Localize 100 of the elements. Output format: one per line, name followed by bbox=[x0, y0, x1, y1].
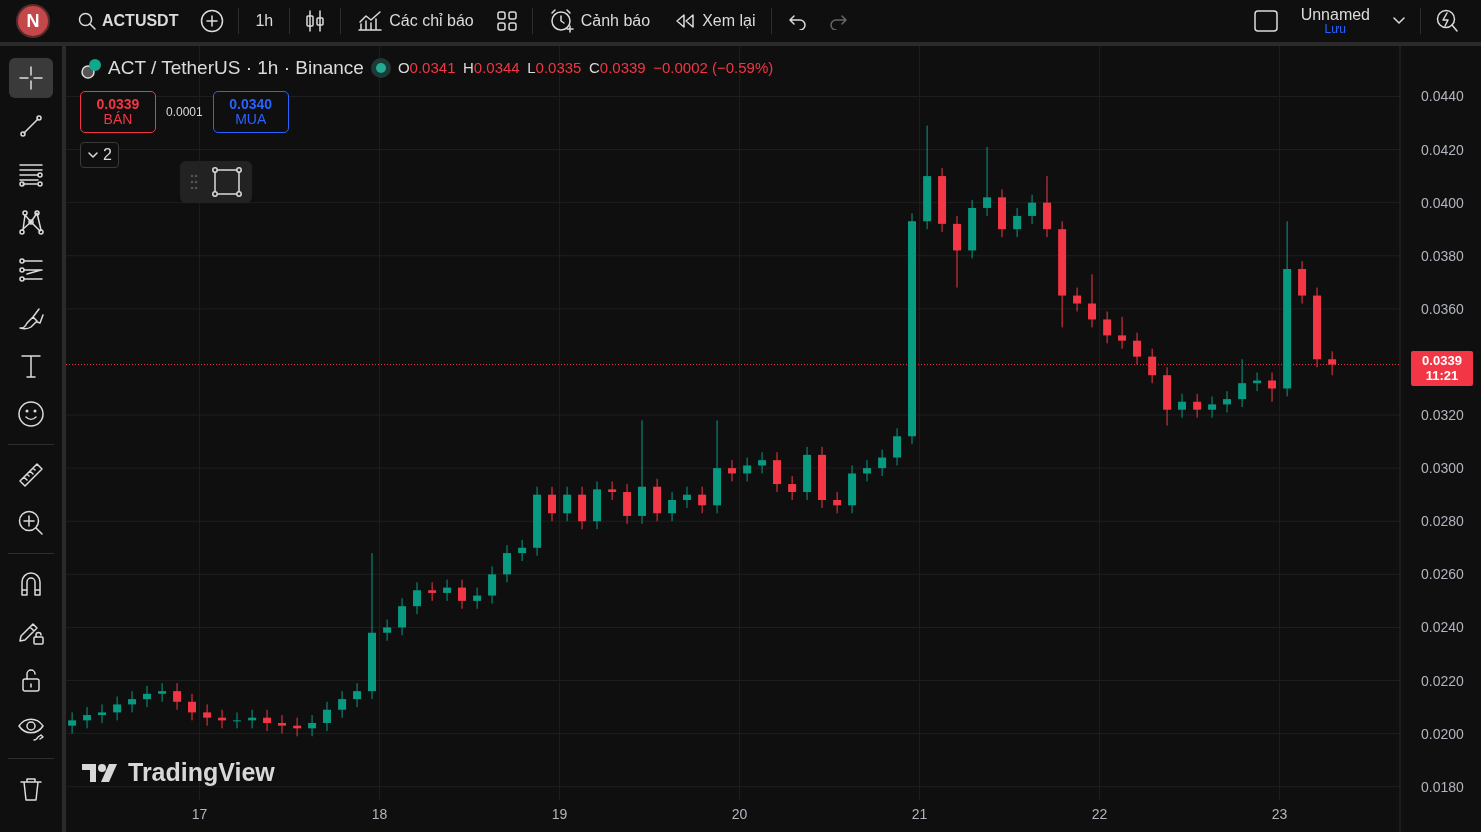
save-label: Lưu bbox=[1324, 23, 1346, 35]
candle bbox=[503, 544, 511, 583]
crosshair-icon bbox=[17, 64, 45, 92]
candle bbox=[698, 486, 707, 514]
candle bbox=[1118, 316, 1127, 350]
candle bbox=[563, 486, 572, 522]
candle bbox=[143, 685, 151, 708]
candle bbox=[1208, 395, 1217, 419]
candle bbox=[683, 486, 691, 509]
price-axis-label: 0.0280 bbox=[1421, 513, 1464, 530]
candle bbox=[1163, 366, 1172, 427]
candle bbox=[248, 709, 257, 729]
smiley-icon bbox=[17, 400, 45, 428]
candle bbox=[293, 717, 302, 737]
candle bbox=[158, 682, 167, 703]
candle bbox=[1103, 311, 1112, 344]
candle bbox=[188, 693, 196, 721]
candle bbox=[1253, 372, 1262, 392]
chevron-down-icon bbox=[87, 151, 99, 159]
candle bbox=[1133, 332, 1141, 366]
market-open-icon bbox=[369, 57, 392, 80]
candle bbox=[1328, 350, 1337, 376]
indicators-toggle[interactable]: 2 bbox=[80, 142, 119, 168]
candle bbox=[83, 706, 92, 729]
price-axis-label: 0.0320 bbox=[1421, 407, 1464, 424]
buy-button[interactable]: 0.0340 MUA bbox=[212, 91, 289, 133]
coin-icon bbox=[80, 57, 102, 80]
candlestick-icon[interactable] bbox=[304, 9, 327, 33]
price-axis-label: 0.0220 bbox=[1421, 672, 1464, 689]
candle bbox=[1088, 273, 1096, 328]
candle bbox=[1193, 393, 1202, 419]
candle bbox=[893, 427, 902, 466]
candle bbox=[728, 459, 736, 482]
candle bbox=[263, 709, 272, 732]
price-axis-label: 0.0360 bbox=[1421, 300, 1464, 317]
candle bbox=[1238, 358, 1247, 408]
candle bbox=[473, 587, 482, 610]
square-icon[interactable] bbox=[1252, 9, 1279, 33]
current-price-label: 0.0339 11:21 bbox=[1411, 350, 1473, 386]
candle bbox=[413, 581, 421, 615]
price-axis-label: 0.0260 bbox=[1421, 566, 1464, 583]
candle bbox=[323, 701, 331, 732]
replay-button[interactable]: Xem lại bbox=[666, 5, 764, 37]
trash-icon bbox=[17, 775, 45, 803]
time-axis-label: 20 bbox=[731, 806, 748, 822]
symbol-title[interactable]: ACT / TetherUS · 1h · Binance bbox=[108, 54, 364, 83]
alert-button[interactable]: Cảnh báo bbox=[540, 4, 659, 38]
price-axis-label: 0.0380 bbox=[1421, 247, 1464, 264]
candle bbox=[443, 579, 452, 602]
drag-handle-icon[interactable] bbox=[190, 174, 198, 190]
candle bbox=[878, 449, 887, 477]
layout-button[interactable]: Unnamed Lưu bbox=[1292, 3, 1378, 39]
time-axis-label: 23 bbox=[1271, 806, 1288, 822]
candle bbox=[743, 457, 752, 482]
candle bbox=[173, 682, 182, 711]
candle bbox=[308, 714, 317, 737]
tool-button[interactable] bbox=[9, 58, 53, 98]
sell-button[interactable]: 0.0339 BÁN bbox=[80, 91, 156, 133]
candle bbox=[68, 711, 77, 735]
candle bbox=[983, 146, 992, 217]
price-axis-label: 0.0420 bbox=[1421, 141, 1464, 158]
chart-bars-icon bbox=[357, 9, 384, 33]
chevron-down-icon[interactable] bbox=[1392, 16, 1406, 26]
candle bbox=[1223, 390, 1231, 413]
rectangle-tool-icon[interactable] bbox=[212, 167, 242, 197]
search-icon bbox=[78, 12, 96, 30]
candle bbox=[1148, 348, 1157, 384]
candle bbox=[593, 480, 601, 530]
price-axis-label: 0.0440 bbox=[1421, 88, 1464, 105]
candle bbox=[353, 682, 362, 708]
spread-value: 0.0001 bbox=[166, 104, 203, 121]
candle bbox=[788, 475, 797, 501]
quick-search-icon[interactable] bbox=[1435, 8, 1459, 34]
indicators-button[interactable]: Các chỉ báo bbox=[349, 5, 482, 37]
candle bbox=[653, 478, 662, 522]
candle bbox=[518, 539, 527, 562]
interval-button[interactable]: 1h bbox=[247, 5, 282, 37]
candle bbox=[533, 486, 542, 557]
candle bbox=[278, 714, 286, 735]
candle bbox=[428, 581, 437, 602]
candle bbox=[803, 446, 812, 501]
candle bbox=[833, 491, 842, 514]
avatar[interactable]: N bbox=[16, 4, 50, 38]
symbol-search-button[interactable]: ACTUSDT bbox=[70, 5, 187, 37]
candle bbox=[1298, 260, 1307, 305]
alarm-clock-icon bbox=[548, 8, 575, 34]
candle bbox=[398, 597, 407, 636]
candle bbox=[968, 199, 977, 259]
candle bbox=[128, 690, 137, 713]
time-axis-label: 22 bbox=[1091, 806, 1108, 822]
candle bbox=[1073, 287, 1082, 312]
candle bbox=[623, 483, 632, 525]
grid-icon[interactable] bbox=[495, 10, 518, 32]
candle bbox=[938, 167, 947, 233]
add-symbol-icon[interactable] bbox=[200, 9, 225, 33]
candle bbox=[548, 486, 556, 522]
candle bbox=[608, 480, 617, 501]
undo-icon[interactable] bbox=[786, 12, 809, 30]
logo-icon bbox=[82, 761, 120, 784]
ohlc-values: O0.0341 H0.0344 L0.0335 C0.0339 −0.0002 (−0.59%) bbox=[397, 58, 774, 78]
